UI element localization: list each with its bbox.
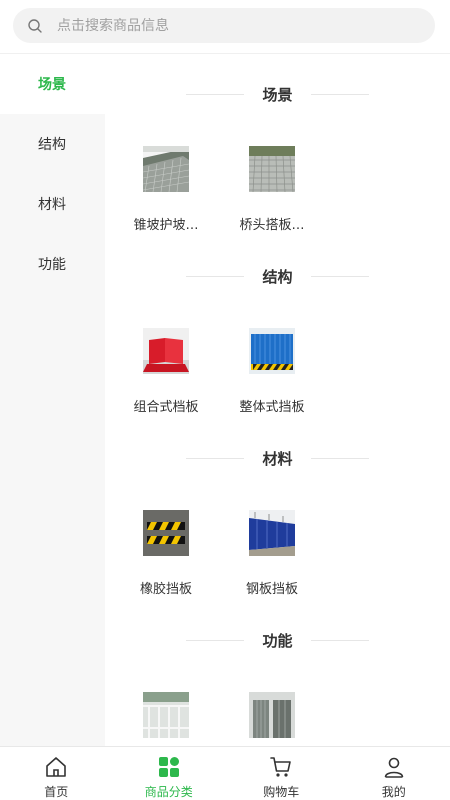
search-box[interactable]: [13, 8, 435, 43]
divider-line: [186, 639, 245, 641]
product-item[interactable]: 橡胶挡板: [121, 510, 211, 597]
product-image-steel-fence: [249, 510, 295, 556]
product-item[interactable]: 组合式档板: [121, 328, 211, 415]
section-scene: 场景 锥坡护坡… 桥头搭板…: [105, 54, 450, 236]
tab-label: 首页: [44, 785, 69, 799]
search-icon: [27, 18, 43, 34]
divider-line: [310, 457, 369, 459]
section-structure: 结构 组合式档板 整体式挡板: [105, 236, 450, 418]
divider-line: [310, 275, 369, 277]
product-item[interactable]: [227, 692, 317, 746]
section-header: 场景: [185, 84, 370, 104]
section-title: 材料: [262, 449, 293, 468]
tab-label: 商品分类: [144, 785, 193, 799]
section-title: 场景: [262, 85, 293, 104]
product-image-embankment: [143, 146, 189, 192]
search-bar: [0, 0, 450, 54]
cart-icon: [270, 757, 292, 777]
section-header: 功能: [185, 630, 370, 650]
category-icon: [158, 757, 179, 777]
divider-line: [310, 93, 369, 95]
section-title: 结构: [262, 267, 293, 286]
sidebar-item-scene[interactable]: 场景: [0, 54, 105, 114]
tab-cart[interactable]: 购物车: [225, 747, 338, 800]
tab-mine[interactable]: 我的: [338, 747, 450, 800]
bottom-tab-bar: 首页 商品分类 购物车 我的: [0, 746, 450, 800]
sidebar-item-structure[interactable]: 结构: [0, 114, 105, 174]
product-item[interactable]: 桥头搭板…: [227, 146, 317, 233]
sidebar-item-material[interactable]: 材料: [0, 174, 105, 234]
product-item[interactable]: [121, 692, 211, 746]
product-label: 橡胶挡板: [139, 582, 192, 597]
product-image-gate: [249, 692, 295, 738]
home-icon: [46, 757, 67, 777]
user-icon: [384, 757, 404, 778]
search-input[interactable]: [57, 17, 397, 34]
tab-label: 购物车: [263, 785, 300, 799]
category-content: 场景 锥坡护坡… 桥头搭板… 结构 组合式档板 整体式挡板 材料 橡胶挡板 钢板…: [105, 54, 450, 746]
section-function: 功能: [105, 600, 450, 746]
product-item[interactable]: 钢板挡板: [227, 510, 317, 597]
product-image-blue-barrier: [249, 328, 295, 374]
section-header: 材料: [185, 448, 370, 468]
product-item[interactable]: 整体式挡板: [227, 328, 317, 415]
section-material: 材料 橡胶挡板 钢板挡板: [105, 418, 450, 600]
divider-line: [186, 93, 245, 95]
product-label: 整体式挡板: [239, 400, 305, 415]
product-image-railing: [143, 692, 189, 738]
tab-category[interactable]: 商品分类: [113, 747, 226, 800]
tab-home[interactable]: 首页: [0, 747, 113, 800]
section-title: 功能: [262, 631, 293, 650]
divider-line: [186, 457, 245, 459]
product-label: 组合式档板: [133, 400, 199, 415]
section-header: 结构: [185, 266, 370, 286]
product-image-rubber-bump: [143, 510, 189, 556]
product-label: 桥头搭板…: [239, 218, 305, 233]
product-image-paved-slab: [249, 146, 295, 192]
product-image-red-barrier: [143, 328, 189, 374]
tab-label: 我的: [381, 785, 406, 799]
sidebar-item-function[interactable]: 功能: [0, 234, 105, 294]
category-sidebar: 场景 结构 材料 功能: [0, 54, 105, 746]
product-label: 钢板挡板: [245, 582, 298, 597]
product-label: 锥坡护坡…: [133, 218, 199, 233]
product-item[interactable]: 锥坡护坡…: [121, 146, 211, 233]
divider-line: [186, 275, 245, 277]
divider-line: [310, 639, 369, 641]
